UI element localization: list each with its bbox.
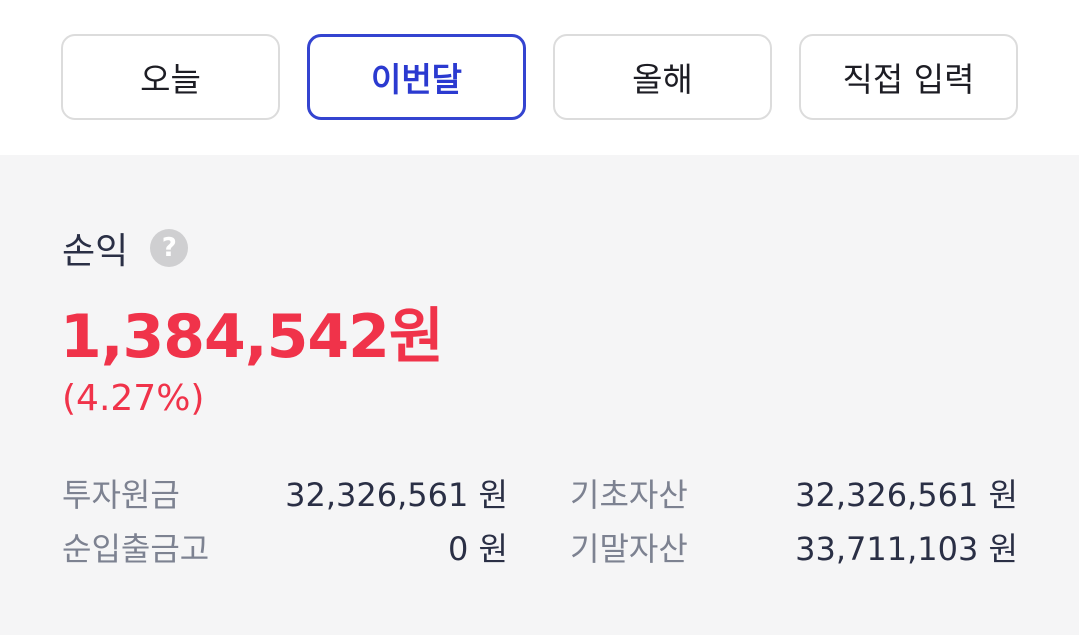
end-asset-value: 33,711,103 원 <box>795 530 1018 568</box>
begin-asset-label: 기초자산 <box>570 476 688 514</box>
net-deposit-label: 순입출금고 <box>62 530 210 568</box>
tab-this-year[interactable]: 올해 <box>553 34 772 120</box>
profit-loss-title: 손익 <box>62 231 129 272</box>
period-selector: 오늘 이번달 올해 직접 입력 <box>0 0 1079 155</box>
tab-this-month[interactable]: 이번달 <box>307 34 526 120</box>
end-asset-label: 기말자산 <box>570 530 688 568</box>
net-deposit-value: 0 원 <box>448 530 508 568</box>
help-icon[interactable]: ? <box>150 229 189 267</box>
profit-amount: 1,384,542원 <box>60 302 444 372</box>
tab-today[interactable]: 오늘 <box>61 34 280 120</box>
tab-custom-input[interactable]: 직접 입력 <box>799 34 1018 120</box>
profit-rate: (4.27%) <box>62 378 205 419</box>
principal-value: 32,326,561 원 <box>285 476 508 514</box>
begin-asset-value: 32,326,561 원 <box>795 476 1018 514</box>
principal-label: 투자원금 <box>62 476 180 514</box>
profit-loss-header: 손익 ? <box>62 222 189 274</box>
